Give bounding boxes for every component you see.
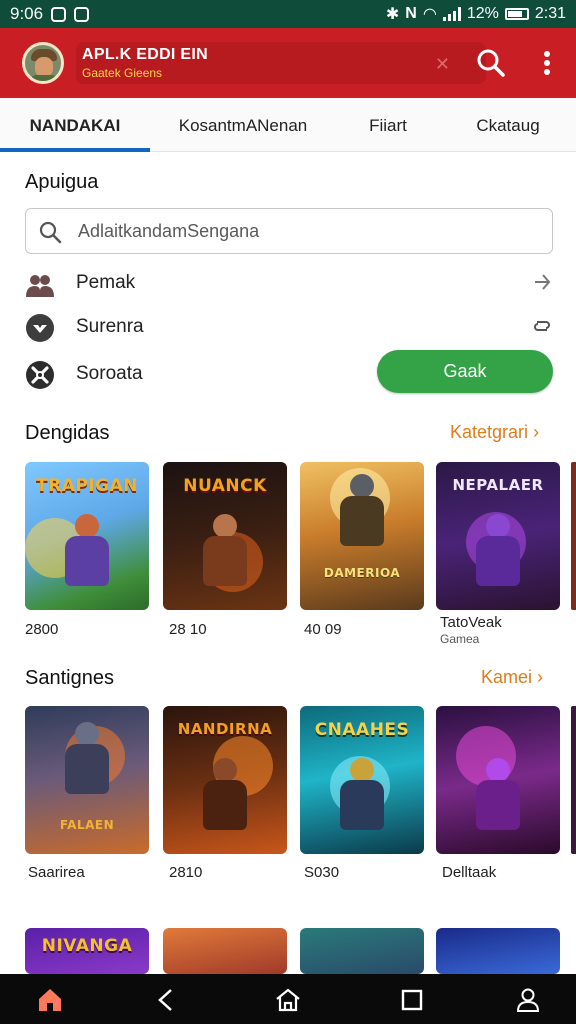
tools-icon — [26, 361, 54, 389]
app-header: APL.K EDDI EIN Gaatek Gieens ✕ — [0, 28, 576, 98]
chevron-right-icon: › — [533, 422, 540, 442]
action-button[interactable]: Gaak — [377, 350, 553, 393]
home-icon[interactable] — [36, 986, 64, 1014]
game-card-title: NIVANGA — [41, 936, 133, 956]
section-title: Dengidas — [25, 422, 110, 444]
wifi-icon: ◠ — [422, 6, 437, 23]
profile-icon[interactable] — [514, 986, 542, 1014]
network-indicator: N — [405, 5, 417, 22]
game-card[interactable]: NANDIRNA — [163, 706, 287, 854]
game-card-caption: S030 — [304, 864, 340, 881]
status-time: 9:06 — [10, 4, 44, 23]
game-card-title: CNAAHES — [314, 720, 410, 740]
people-icon — [26, 275, 54, 297]
image-icon — [74, 6, 90, 22]
game-card-title: NANDIRNA — [177, 720, 273, 738]
search-icon — [39, 221, 62, 244]
game-card-caption: 2810 — [169, 864, 203, 881]
signal-icon — [442, 7, 461, 21]
list-item-surenra[interactable]: Surenra — [25, 310, 555, 350]
see-all-label: Katetgrari — [450, 422, 529, 442]
game-card-peek[interactable] — [571, 706, 576, 854]
game-card[interactable] — [163, 928, 287, 974]
shield-icon — [26, 314, 54, 342]
see-all-label: Kamei — [481, 667, 533, 687]
tab-nandakai[interactable]: NANDAKAI — [0, 98, 150, 152]
status-bar: 9:06 ✱ N ◠ 12% 2:31 — [0, 0, 576, 28]
search-input[interactable]: AdlaitkandamSengana — [25, 208, 553, 254]
app-screen: 9:06 ✱ N ◠ 12% 2:31 APL.K EDDI EIN Gaate… — [0, 0, 576, 1024]
chevron-right-icon — [535, 274, 551, 290]
game-card[interactable]: NUANCK — [163, 462, 287, 610]
game-card-title: NEPALAER — [452, 476, 544, 494]
game-card-peek[interactable] — [571, 462, 576, 610]
game-card[interactable] — [300, 928, 424, 974]
search-placeholder: AdlaitkandamSengana — [78, 221, 260, 241]
section-title: Santignes — [25, 667, 114, 689]
app-subtitle: Gaatek Gieens — [82, 66, 163, 80]
app-title: APL.K EDDI EIN — [82, 46, 208, 63]
game-card-caption: TatoVeak — [440, 614, 502, 631]
game-card[interactable]: FALAEN — [25, 706, 149, 854]
game-card[interactable]: NEPALAER — [436, 462, 560, 610]
recents-icon[interactable] — [398, 986, 426, 1014]
battery-percent: 12% — [466, 5, 499, 22]
game-card-caption: Delltaak — [442, 864, 497, 881]
game-card[interactable]: NIVANGA — [25, 928, 149, 974]
game-card-caption: Saarirea — [28, 864, 85, 881]
list-item-label: Soroata — [76, 363, 143, 384]
see-all-link[interactable]: Kamei › — [481, 667, 543, 688]
avatar[interactable] — [22, 42, 64, 84]
battery-icon — [504, 8, 529, 20]
sync-icon — [534, 321, 550, 331]
game-card[interactable]: DAMERIOA — [300, 462, 424, 610]
back-icon[interactable] — [152, 986, 180, 1014]
section-title: Apuigua — [25, 171, 99, 193]
tab-fiiart[interactable]: Fiiart — [336, 98, 440, 152]
game-card-title: FALAEN — [59, 818, 115, 832]
system-nav-bar — [0, 974, 576, 1024]
game-card-title: TRAPIGAN — [36, 476, 138, 496]
game-card-caption: 40 09 — [304, 621, 342, 638]
list-item-pemak[interactable]: Pemak — [25, 266, 555, 306]
title-box[interactable]: APL.K EDDI EIN Gaatek Gieens ✕ — [76, 42, 486, 84]
message-icon — [51, 6, 67, 22]
tab-kosant[interactable]: KosantmANenan — [150, 98, 336, 152]
game-card[interactable]: CNAAHES — [300, 706, 424, 854]
list-item-label: Surenra — [76, 316, 144, 337]
game-card[interactable] — [436, 706, 560, 854]
game-card-title: NUANCK — [183, 476, 267, 496]
tab-bar: NANDAKAI KosantmANenan Fiiart Ckataug — [0, 98, 576, 152]
more-options-icon[interactable] — [542, 50, 552, 76]
status-clock: 2:31 — [534, 5, 566, 22]
house-icon[interactable] — [274, 986, 302, 1014]
bluetooth-icon: ✱ — [385, 6, 400, 23]
chevron-right-icon: › — [537, 667, 544, 687]
game-card-title: DAMERIOA — [323, 566, 401, 580]
close-icon[interactable]: ✕ — [435, 54, 450, 75]
active-tab-indicator — [0, 148, 150, 152]
list-item-label: Pemak — [76, 272, 136, 293]
see-all-link[interactable]: Katetgrari › — [450, 422, 539, 443]
tab-ckataug[interactable]: Ckataug — [440, 98, 576, 152]
game-card-subtitle: Gamea — [440, 632, 480, 646]
game-card-caption: 28 10 — [169, 621, 207, 638]
game-card[interactable] — [436, 928, 560, 974]
game-card[interactable]: TRAPIGAN — [25, 462, 149, 610]
game-card-caption: 2800 — [25, 621, 59, 638]
search-icon[interactable] — [476, 48, 506, 78]
